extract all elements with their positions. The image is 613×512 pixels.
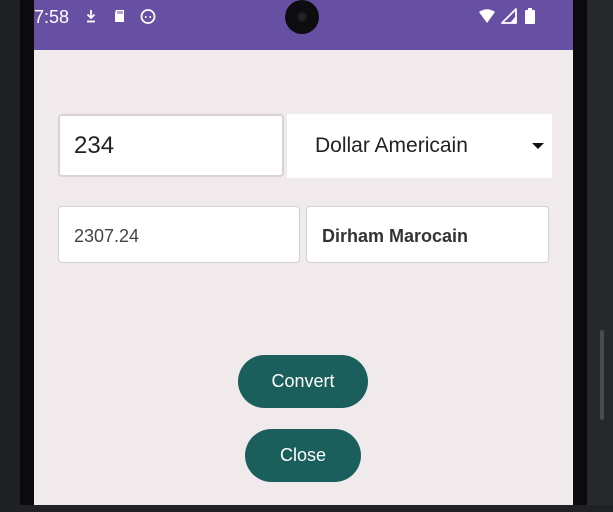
sd-card-icon	[112, 8, 128, 24]
cell-signal-icon	[501, 8, 517, 24]
target-currency-field[interactable]: Dirham Marocain	[306, 206, 549, 263]
scrollbar-thumb[interactable]	[600, 330, 604, 420]
device-frame-bottom	[0, 505, 613, 512]
result-field: 2307.24	[58, 206, 300, 263]
target-currency-label: Dirham Marocain	[322, 226, 469, 246]
amount-input[interactable]	[58, 114, 284, 177]
wifi-icon	[478, 8, 496, 24]
convert-button[interactable]: Convert	[238, 355, 368, 408]
result-value: 2307.24	[74, 226, 140, 246]
device-bezel-right	[573, 0, 587, 512]
status-bar: 7:58	[34, 0, 573, 50]
caret-down-icon	[532, 143, 544, 149]
device-bezel-left	[20, 0, 34, 512]
app-screen: 7:58 234 Dollar Americain 2307.24 Dirham…	[34, 0, 573, 505]
download-arrow-icon	[83, 8, 99, 24]
battery-icon	[524, 8, 536, 24]
camera-lens	[296, 11, 308, 23]
device-frame-right	[587, 0, 613, 512]
source-currency-dropdown[interactable]: Dollar Americain	[287, 114, 552, 178]
status-time: 7:58	[34, 7, 70, 27]
android-face-icon	[140, 8, 156, 24]
dropdown-arrow-button[interactable]	[523, 114, 552, 178]
device-frame-left	[0, 0, 20, 512]
source-currency-label: Dollar Americain	[315, 134, 468, 157]
close-button[interactable]: Close	[245, 429, 361, 482]
front-camera	[285, 0, 319, 34]
